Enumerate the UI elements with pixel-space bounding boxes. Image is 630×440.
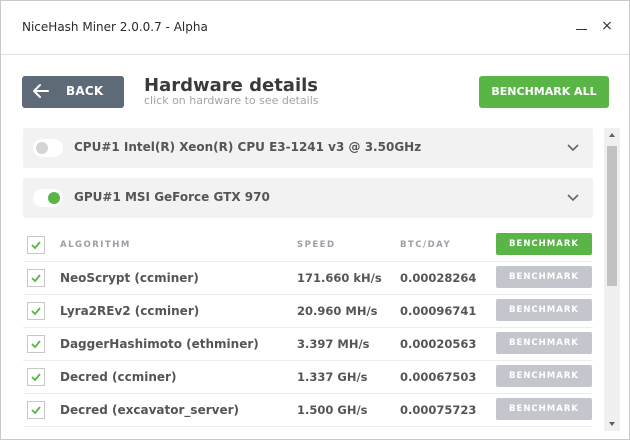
back-button-label: BACK	[66, 84, 104, 98]
header-speed: SPEED	[297, 240, 336, 250]
arrow-left-icon	[33, 84, 49, 98]
check-icon	[31, 307, 41, 316]
scroll-down-arrow-icon[interactable]	[604, 417, 620, 431]
select-all-checkbox[interactable]	[27, 236, 45, 254]
device-row-cpu[interactable]: CPU#1 Intel(R) Xeon(R) CPU E3-1241 v3 @ …	[23, 128, 593, 168]
page-subtitle: click on hardware to see details	[144, 94, 319, 107]
algorithm-checkbox[interactable]	[27, 368, 45, 386]
chevron-down-icon[interactable]	[567, 191, 579, 203]
algorithm-name: DaggerHashimoto (ethminer)	[60, 337, 259, 351]
algorithm-speed: 3.397 MH/s	[297, 337, 370, 351]
algorithm-speed: 171.660 kH/s	[297, 271, 382, 285]
algorithm-btc-day: 0.00075723	[400, 403, 477, 417]
algorithm-speed: 1.337 GH/s	[297, 370, 368, 384]
close-button[interactable]: ×	[598, 17, 616, 35]
device-name-cpu: CPU#1 Intel(R) Xeon(R) CPU E3-1241 v3 @ …	[74, 140, 422, 154]
algorithm-checkbox[interactable]	[27, 401, 45, 419]
back-button[interactable]: BACK	[22, 76, 124, 108]
toggle-knob	[36, 142, 48, 154]
table-row[interactable]: Lyra2REv2 (ccminer) 20.960 MH/s 0.000967…	[23, 295, 593, 328]
check-icon	[31, 241, 41, 250]
app-window: NiceHash Miner 2.0.0.7 - Alpha × BACK Ha…	[0, 0, 630, 440]
toggle-knob	[48, 192, 60, 204]
algorithm-btc-day: 0.00020563	[400, 337, 477, 351]
benchmark-all-button[interactable]: BENCHMARK ALL	[479, 76, 609, 108]
benchmark-button[interactable]: BENCHMARK	[496, 365, 592, 387]
vertical-scrollbar[interactable]	[604, 128, 620, 431]
algorithm-name: Decred (excavator_server)	[60, 403, 239, 417]
table-header-row: ALGORITHM SPEED BTC/DAY BENCHMARK	[23, 229, 593, 262]
algorithm-checkbox[interactable]	[27, 335, 45, 353]
minimize-button[interactable]	[573, 17, 591, 35]
algorithm-speed: 20.960 MH/s	[297, 304, 378, 318]
algorithm-name: NeoScrypt (ccminer)	[60, 271, 199, 285]
header-btc-day: BTC/DAY	[400, 240, 452, 250]
device-name-gpu: GPU#1 MSI GeForce GTX 970	[74, 190, 270, 204]
device-toggle-cpu[interactable]	[33, 139, 63, 157]
check-icon	[31, 274, 41, 283]
table-row[interactable]: DaggerHashimoto (ethminer) 3.397 MH/s 0.…	[23, 328, 593, 361]
page-title: Hardware details	[144, 75, 318, 96]
title-bar: NiceHash Miner 2.0.0.7 - Alpha ×	[1, 1, 629, 55]
algorithm-btc-day: 0.00028264	[400, 271, 477, 285]
algorithm-speed: 1.500 GH/s	[297, 403, 368, 417]
check-icon	[31, 340, 41, 349]
table-row[interactable]: NeoScrypt (ccminer) 171.660 kH/s 0.00028…	[23, 262, 593, 295]
device-row-gpu[interactable]: GPU#1 MSI GeForce GTX 970	[23, 178, 593, 218]
close-icon: ×	[601, 18, 613, 34]
benchmark-button[interactable]: BENCHMARK	[496, 266, 592, 288]
check-icon	[31, 406, 41, 415]
scroll-thumb[interactable]	[607, 146, 617, 286]
algorithm-checkbox[interactable]	[27, 269, 45, 287]
algorithm-checkbox[interactable]	[27, 302, 45, 320]
benchmark-button-header[interactable]: BENCHMARK	[496, 233, 592, 255]
minimize-icon	[576, 29, 587, 30]
check-icon	[31, 373, 41, 382]
algorithm-name: Decred (ccminer)	[60, 370, 177, 384]
table-row[interactable]: Decred (excavator_server) 1.500 GH/s 0.0…	[23, 394, 593, 427]
benchmark-button[interactable]: BENCHMARK	[496, 299, 592, 321]
benchmark-button[interactable]: BENCHMARK	[496, 398, 592, 420]
algorithm-btc-day: 0.00096741	[400, 304, 477, 318]
benchmark-button[interactable]: BENCHMARK	[496, 332, 592, 354]
device-toggle-gpu[interactable]	[33, 189, 63, 207]
algorithm-name: Lyra2REv2 (ccminer)	[60, 304, 200, 318]
window-title: NiceHash Miner 2.0.0.7 - Alpha	[22, 20, 208, 34]
chevron-down-icon[interactable]	[567, 141, 579, 153]
algorithm-btc-day: 0.00067503	[400, 370, 477, 384]
table-row[interactable]: Decred (ccminer) 1.337 GH/s 0.00067503 B…	[23, 361, 593, 394]
header-algorithm: ALGORITHM	[60, 240, 131, 250]
scroll-up-arrow-icon[interactable]	[604, 128, 620, 142]
